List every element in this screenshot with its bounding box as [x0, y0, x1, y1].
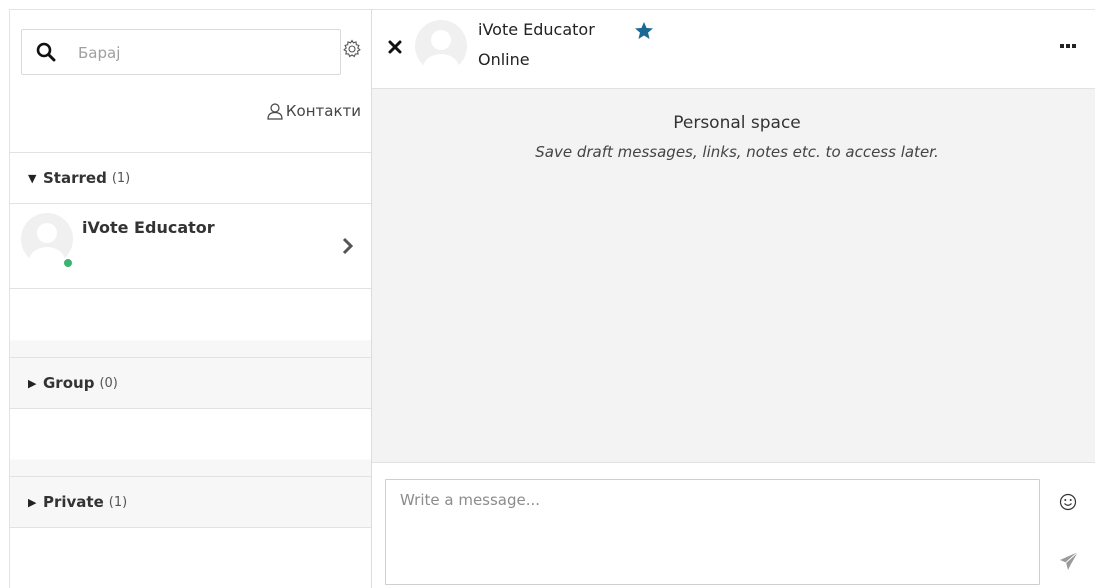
section-group-count: (0) [99, 375, 118, 391]
section-starred-count: (1) [111, 170, 131, 186]
conversation-status: Online [478, 50, 530, 69]
personal-space-title: Personal space [673, 113, 801, 133]
message-composer [372, 462, 1095, 588]
search-input[interactable] [78, 40, 328, 66]
caret-down-icon: ▼ [28, 171, 37, 185]
caret-right-icon: ▶ [28, 376, 37, 390]
star-icon [635, 22, 653, 39]
search-icon[interactable] [36, 42, 56, 62]
contact-name: iVote Educator [82, 218, 215, 237]
search-box[interactable] [21, 29, 341, 75]
caret-right-icon: ▶ [28, 495, 37, 509]
section-private-label: Private [43, 493, 104, 511]
section-private-toggle[interactable]: ▶ Private (1) [10, 476, 371, 528]
conversation-name[interactable]: iVote Educator [478, 20, 595, 39]
gear-icon[interactable] [342, 39, 362, 59]
contacts-panel: Контакти ▼ Starred (1) iVote Educator ▶ … [9, 9, 372, 588]
section-group-label: Group [43, 374, 95, 392]
emoji-icon[interactable] [1059, 493, 1077, 511]
conversation-panel: iVote Educator Online Personal space Sav… [372, 9, 1095, 588]
avatar[interactable] [415, 20, 467, 72]
section-spacer [10, 289, 371, 357]
close-icon[interactable] [388, 40, 402, 54]
send-icon[interactable] [1059, 551, 1079, 571]
contact-item-ivote-educator[interactable]: iVote Educator [10, 205, 371, 289]
chevron-right-icon [342, 237, 354, 255]
contacts-link[interactable]: Контакти [266, 102, 361, 120]
section-private-count: (1) [108, 494, 128, 510]
conversation-header: iVote Educator Online [372, 10, 1095, 89]
more-options-icon[interactable] [1060, 43, 1076, 49]
section-starred-toggle[interactable]: ▼ Starred (1) [10, 152, 371, 204]
user-icon [267, 103, 283, 120]
avatar [21, 213, 73, 265]
online-status-dot [63, 258, 73, 268]
message-input[interactable] [385, 479, 1040, 585]
section-spacer [10, 409, 371, 476]
contacts-label: Контакти [285, 102, 361, 120]
section-group-toggle[interactable]: ▶ Group (0) [10, 357, 371, 409]
section-starred-label: Starred [43, 169, 107, 187]
personal-space-subtitle: Save draft messages, links, notes etc. t… [535, 143, 939, 161]
